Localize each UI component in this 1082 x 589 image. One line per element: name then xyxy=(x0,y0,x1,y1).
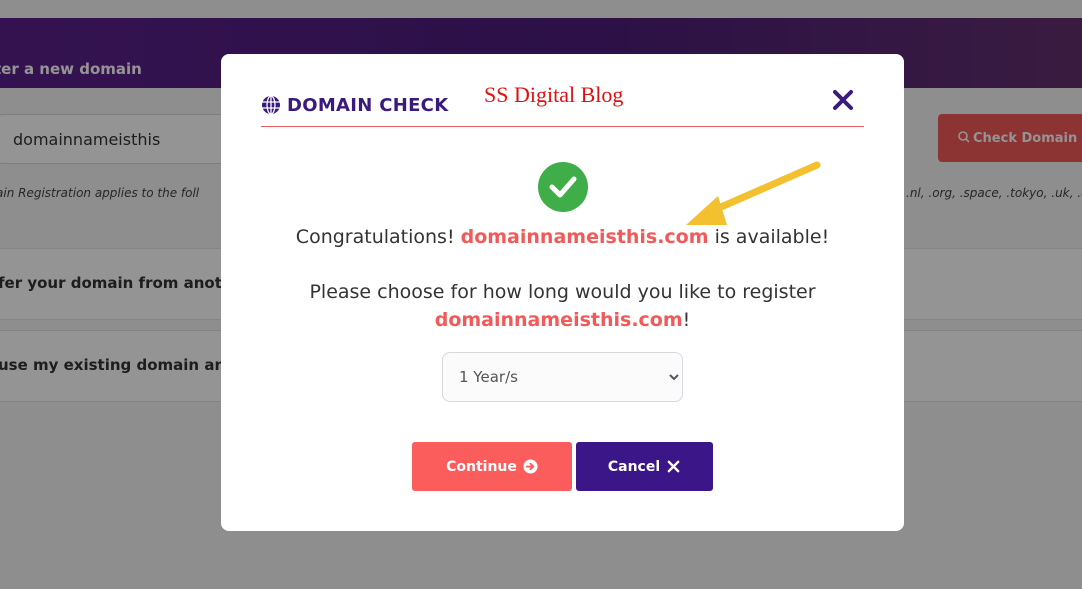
domain-check-modal: DOMAIN CHECK SS Digital Blog Congratulat… xyxy=(221,54,904,531)
cancel-label: Cancel xyxy=(607,458,661,475)
congrats-prefix: Congratulations! xyxy=(295,226,461,248)
prompt-domain-name: domainnameisthis.com xyxy=(434,309,683,331)
registration-prompt: Please choose for how long would you lik… xyxy=(221,278,904,334)
modal-title: DOMAIN CHECK xyxy=(287,95,449,116)
available-domain-name: domainnameisthis.com xyxy=(460,226,709,248)
continue-label: Continue xyxy=(446,458,517,475)
close-icon[interactable] xyxy=(831,88,855,112)
prompt-suffix: ! xyxy=(682,309,691,331)
times-icon xyxy=(667,460,680,473)
modal-header: DOMAIN CHECK SS Digital Blog xyxy=(261,82,864,127)
cancel-button[interactable]: Cancel xyxy=(576,442,713,491)
registration-prompt-text: Please choose for how long would you lik… xyxy=(309,281,816,303)
globe-icon xyxy=(262,95,280,115)
check-circle-icon xyxy=(538,162,588,212)
availability-message: Congratulations! domainnameisthis.com is… xyxy=(221,226,904,248)
congrats-suffix: is available! xyxy=(708,226,830,248)
arrow-circle-right-icon xyxy=(523,459,538,474)
watermark-text: SS Digital Blog xyxy=(484,82,624,107)
registration-term-select[interactable]: 1 Year/s xyxy=(442,352,683,402)
registration-prompt-domain-line: domainnameisthis.com! xyxy=(221,306,904,334)
continue-button[interactable]: Continue xyxy=(412,442,572,491)
